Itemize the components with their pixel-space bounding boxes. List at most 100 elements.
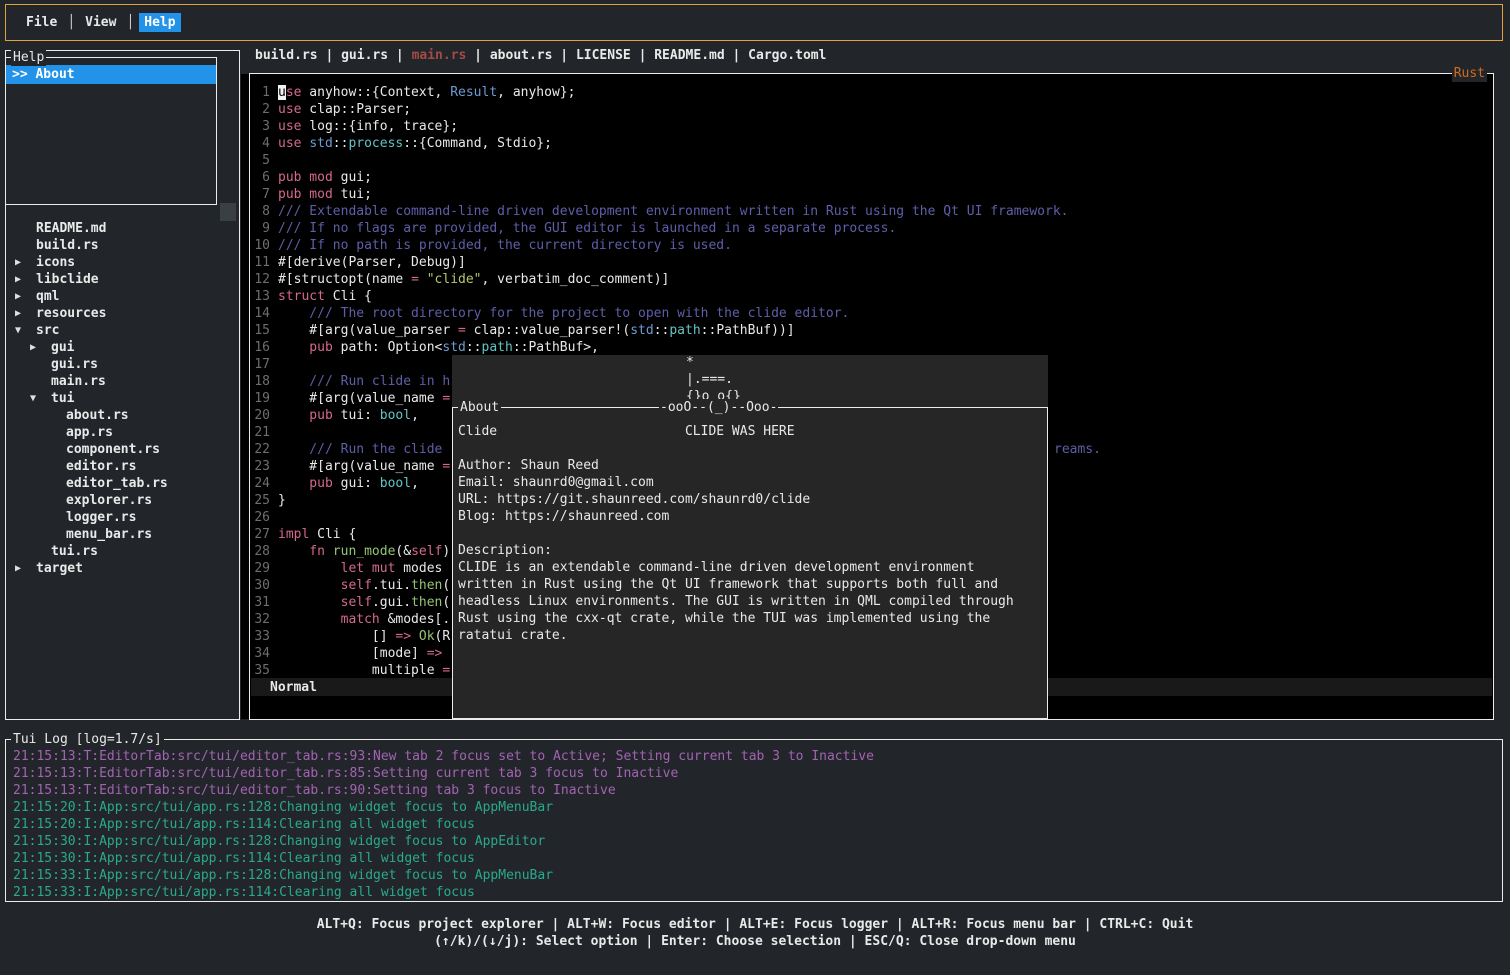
code-line[interactable]: 16 pub path: Option<std::path::PathBuf>, (250, 339, 1069, 356)
tree-item-label: app.rs (66, 424, 113, 441)
tree-item-label: menu_bar.rs (66, 526, 152, 543)
tree-item-label: gui.rs (51, 356, 98, 373)
code-line[interactable]: 7pub mod tui; (250, 186, 1069, 203)
code-line[interactable]: 8/// Extendable command-line driven deve… (250, 203, 1069, 220)
chevron-right-icon: ▶ (13, 254, 36, 271)
code-line[interactable]: 12#[structopt(name = "clide", verbatim_d… (250, 271, 1069, 288)
tree-item-explorer-rs[interactable]: explorer.rs (6, 492, 239, 509)
code-text: use std::process::{Command, Stdio}; (278, 136, 552, 151)
tab-main-rs[interactable]: main.rs (412, 48, 467, 63)
tree-item-label: qml (36, 288, 59, 305)
log-panel[interactable]: Tui Log [log=1.7/s] 21:15:13:T:EditorTab… (5, 739, 1503, 902)
tree-item-label: editor.rs (66, 458, 136, 475)
tree-item-src[interactable]: ▼src (6, 322, 239, 339)
code-line[interactable]: 2use clap::Parser; (250, 101, 1069, 118)
code-text: pub tui: bool, (278, 408, 419, 423)
tab-gui-rs[interactable]: gui.rs (341, 48, 388, 63)
line-number: 28 (252, 543, 270, 560)
code-line[interactable]: 4 use std::process::{Command, Stdio}; (250, 135, 1069, 152)
tree-item-app-rs[interactable]: app.rs (6, 424, 239, 441)
tree-item-label: main.rs (51, 373, 106, 390)
tree-item-icons[interactable]: ▶icons (6, 254, 239, 271)
tree-item-menu-bar-rs[interactable]: menu_bar.rs (6, 526, 239, 543)
chevron-right-icon: ▶ (28, 339, 51, 356)
code-line[interactable]: 13struct Cli { (250, 288, 1069, 305)
code-line[interactable]: 10/// If no path is provided, the curren… (250, 237, 1069, 254)
menu-item-help[interactable]: Help (139, 13, 180, 32)
code-text: } (278, 493, 286, 508)
log-entry: 21:15:13:T:EditorTab:src/tui/editor_tab.… (13, 782, 1502, 799)
tree-item-resources[interactable]: ▶resources (6, 305, 239, 322)
log-entry: 21:15:33:I:App:src/tui/app.rs:128:Changi… (13, 867, 1502, 884)
tree-item-label: resources (36, 305, 106, 322)
tree-item-label: target (36, 560, 83, 577)
tree-item-label: icons (36, 254, 75, 271)
tree-item-readme-md[interactable]: README.md (6, 220, 239, 237)
line-number: 22 (252, 441, 270, 458)
code-line[interactable]: 1use anyhow::{Context, Result, anyhow}; (250, 84, 1069, 101)
tree-item-label: src (36, 322, 59, 339)
code-text: pub mod gui; (278, 170, 372, 185)
chevron-down-icon: ▼ (13, 322, 36, 339)
tree-item-qml[interactable]: ▶qml (6, 288, 239, 305)
tree-item-target[interactable]: ▶target (6, 560, 239, 577)
tree-item-logger-rs[interactable]: logger.rs (6, 509, 239, 526)
tab-readme-md[interactable]: README.md (654, 48, 724, 63)
log-entry: 21:15:30:I:App:src/tui/app.rs:128:Changi… (13, 833, 1502, 850)
line-number: 32 (252, 611, 270, 628)
tree-item-editor-rs[interactable]: editor.rs (6, 458, 239, 475)
code-text: use anyhow::{Context, Result, anyhow}; (278, 85, 575, 100)
tree-item-editor-tab-rs[interactable]: editor_tab.rs (6, 475, 239, 492)
tree-item-about-rs[interactable]: about.rs (6, 407, 239, 424)
shortcut-help-bar: ALT+Q: Focus project explorer | ALT+W: F… (0, 916, 1510, 950)
code-line[interactable]: 6pub mod gui; (250, 169, 1069, 186)
shortcut-help-line-2: (↑/k)/(↓/j): Select option | Enter: Choo… (0, 933, 1510, 950)
tab-license[interactable]: LICENSE (576, 48, 631, 63)
tree-item-component-rs[interactable]: component.rs (6, 441, 239, 458)
code-overflow-fragment: reams. (1054, 441, 1101, 458)
tree-item-label: libclide (36, 271, 99, 288)
line-number: 23 (252, 458, 270, 475)
line-number: 10 (252, 237, 270, 254)
tree-item-tui-rs[interactable]: tui.rs (6, 543, 239, 560)
line-number: 8 (252, 203, 270, 220)
log-entry: 21:15:20:I:App:src/tui/app.rs:114:Cleari… (13, 816, 1502, 833)
help-dropdown-item-label: >> About (12, 66, 75, 83)
tab-cargo-toml[interactable]: Cargo.toml (748, 48, 826, 63)
line-number: 20 (252, 407, 270, 424)
line-number: 33 (252, 628, 270, 645)
tree-item-tui[interactable]: ▼tui (6, 390, 239, 407)
tree-item-main-rs[interactable]: main.rs (6, 373, 239, 390)
tree-item-libclide[interactable]: ▶libclide (6, 271, 239, 288)
code-text: pub path: Option<std::path::PathBuf>, (278, 340, 599, 355)
code-line[interactable]: 14 /// The root directory for the projec… (250, 305, 1069, 322)
tab-about-rs[interactable]: about.rs (490, 48, 553, 63)
menu-item-file[interactable]: File (21, 13, 62, 32)
explorer-scrollbar-thumb[interactable] (220, 203, 236, 221)
code-line[interactable]: 15 #[arg(value_parser = clap::value_pars… (250, 322, 1069, 339)
code-text: self.tui.then( (278, 578, 450, 593)
code-text: pub mod tui; (278, 187, 372, 202)
chevron-right-icon: ▶ (13, 288, 36, 305)
tree-item-build-rs[interactable]: build.rs (6, 237, 239, 254)
tree-item-label: explorer.rs (66, 492, 152, 509)
code-text: /// The root directory for the project t… (278, 306, 849, 321)
line-number: 18 (252, 373, 270, 390)
code-text: self.gui.then( (278, 595, 450, 610)
code-text: /// Run clide in h (278, 374, 450, 389)
tree-item-gui-rs[interactable]: gui.rs (6, 356, 239, 373)
code-line[interactable]: 9/// If no flags are provided, the GUI e… (250, 220, 1069, 237)
menu-bar: File│View│Help (5, 4, 1503, 41)
tree-item-gui[interactable]: ▶gui (6, 339, 239, 356)
about-ascii-art-feet: -ooO--(_)--Ooo- (659, 399, 778, 416)
code-line[interactable]: 5 (250, 152, 1069, 169)
line-number: 21 (252, 424, 270, 441)
line-number: 4 (252, 135, 270, 152)
menu-item-view[interactable]: View (80, 13, 121, 32)
about-popup: * |.===. {}o o{} About -ooO--(_)--Ooo- C… (452, 355, 1048, 719)
code-line[interactable]: 11#[derive(Parser, Debug)] (250, 254, 1069, 271)
code-line[interactable]: 3use log::{info, trace}; (250, 118, 1069, 135)
tab-build-rs[interactable]: build.rs (255, 48, 318, 63)
line-number: 11 (252, 254, 270, 271)
help-dropdown-item-about[interactable]: >> About (6, 65, 216, 84)
